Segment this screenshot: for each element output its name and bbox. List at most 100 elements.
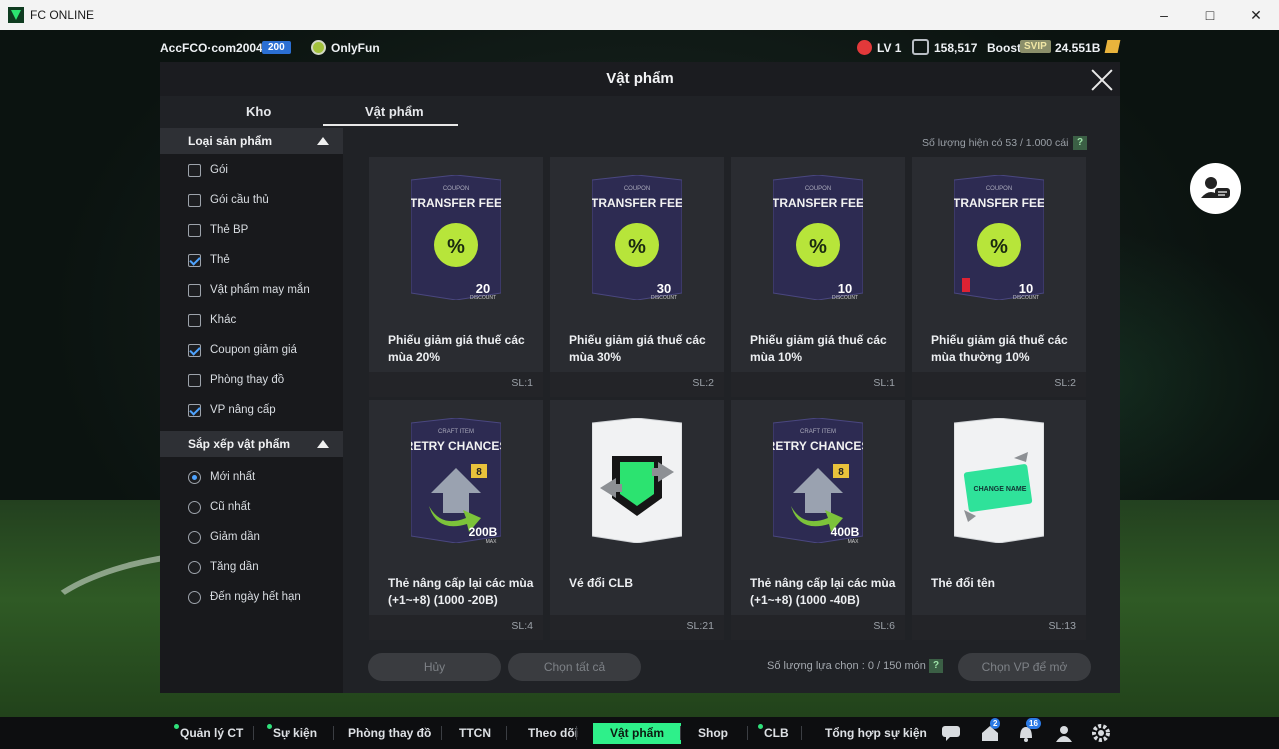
club-emblem-icon: [311, 40, 326, 55]
item-quantity-bar: SL:21: [550, 615, 724, 640]
sort-option[interactable]: Mới nhất: [188, 469, 255, 485]
nav-6[interactable]: Shop: [698, 723, 728, 744]
retry-heading: RETRY CHANCES: [411, 439, 501, 453]
settings-icon[interactable]: [1091, 724, 1111, 742]
product-type-option[interactable]: VP nâng cấp: [188, 402, 276, 418]
nav-separator: [680, 726, 681, 740]
item-card[interactable]: COUPON TRANSFER FEE% 10 DISCOUNT Phiếu giảm …: [731, 157, 905, 397]
rank-level: LV 1: [877, 41, 902, 55]
close-icon[interactable]: [1091, 69, 1113, 91]
sort-option[interactable]: Cũ nhất: [188, 499, 250, 515]
coupon-heading: TRANSFER FEE: [411, 196, 501, 210]
checkbox[interactable]: [188, 223, 201, 237]
home-icon[interactable]: 2: [980, 718, 1001, 742]
radio-button[interactable]: [188, 590, 201, 604]
product-type-header[interactable]: Loại sản phẩm: [160, 128, 343, 154]
nav-3[interactable]: TTCN: [459, 723, 491, 744]
boost-label[interactable]: Boost: [987, 41, 1021, 55]
item-artwork: CHANGE NAME: [954, 418, 1044, 543]
sort-option[interactable]: Tăng dần: [188, 559, 259, 575]
nav-4[interactable]: Theo dõi: [528, 723, 578, 744]
product-type-option[interactable]: Coupon giảm giá: [188, 342, 297, 358]
radio-button[interactable]: [188, 560, 201, 574]
collapse-up-icon[interactable]: [317, 137, 329, 145]
product-type-option[interactable]: Thẻ BP: [188, 222, 248, 238]
item-quantity-bar: SL:2: [550, 372, 724, 397]
item-quantity-bar: SL:13: [912, 615, 1086, 640]
account-name[interactable]: AccFCO·com2004k: [160, 41, 269, 55]
tab-kho[interactable]: Kho: [246, 104, 271, 119]
collapse-up-icon[interactable]: [317, 440, 329, 448]
item-card[interactable]: COUPON TRANSFER FEE% 20 DISCOUNT Phiếu giảm …: [369, 157, 543, 397]
maximize-icon[interactable]: □: [1187, 0, 1233, 30]
item-card[interactable]: CHANGE NAME Thẻ đổi tên SL:13: [912, 400, 1086, 640]
bell-icon[interactable]: 16: [1016, 718, 1041, 742]
radio-button[interactable]: [188, 530, 201, 544]
discount-value: 30: [657, 281, 671, 296]
sort-header[interactable]: Sắp xếp vật phẩm: [160, 431, 343, 457]
discount-label: DISCOUNT: [651, 295, 677, 300]
item-card[interactable]: Vé đổi CLB SL:21: [550, 400, 724, 640]
checkbox[interactable]: [188, 373, 201, 387]
nav-1[interactable]: Sự kiện: [267, 723, 317, 744]
checkbox[interactable]: [188, 283, 201, 297]
product-type-option[interactable]: Gói: [188, 162, 228, 178]
percent-symbol: %: [990, 236, 1008, 258]
tab-vat-pham[interactable]: Vật phẩm: [365, 104, 424, 119]
checkbox[interactable]: [188, 313, 201, 327]
checkbox[interactable]: [188, 253, 201, 267]
percent-symbol: %: [447, 236, 465, 258]
radio-button[interactable]: [188, 500, 201, 514]
choose-items-button[interactable]: Chọn VP để mở: [958, 653, 1091, 681]
product-type-option[interactable]: Phòng thay đồ: [188, 372, 284, 388]
select-all-button[interactable]: Chọn tất cả: [508, 653, 641, 681]
checkbox[interactable]: [188, 343, 201, 357]
checkbox[interactable]: [188, 403, 201, 417]
sort-option[interactable]: Giảm dần: [188, 529, 260, 545]
item-card[interactable]: COUPON TRANSFER FEE% 30 DISCOUNT Phiếu giảm …: [550, 157, 724, 397]
help-icon[interactable]: ?: [929, 659, 943, 673]
close-window-icon[interactable]: ✕: [1233, 0, 1279, 30]
chat-icon[interactable]: [941, 724, 961, 742]
fc-coin-icon: [912, 39, 929, 55]
bp-balance: 24.551B: [1055, 41, 1101, 55]
product-type-title: Loại sản phẩm: [188, 134, 273, 148]
help-icon[interactable]: ?: [1073, 136, 1087, 150]
nav-5[interactable]: Vật phẩm: [593, 723, 682, 744]
item-name: Phiếu giảm giá thuế các mùa 30%: [569, 333, 706, 364]
nav-0[interactable]: Quản lý CT: [174, 723, 243, 744]
profile-icon[interactable]: [1054, 724, 1074, 742]
option-label: Mới nhất: [210, 471, 256, 483]
rename-label: CHANGE NAME: [974, 486, 1027, 493]
item-artwork: COUPON TRANSFER FEE% 20DISCOUNT: [411, 175, 501, 300]
radio-button[interactable]: [188, 470, 201, 484]
checkbox[interactable]: [188, 193, 201, 207]
item-card[interactable]: CRAFT ITEM RETRY CHANCES 8 200BMAX Thẻ nâng …: [369, 400, 543, 640]
product-type-option[interactable]: Vật phẩm may mắn: [188, 282, 310, 298]
notification-badge: 16: [1026, 718, 1041, 729]
app-logo-icon: [8, 7, 24, 23]
percent-symbol: %: [628, 236, 646, 258]
notification-dot: [174, 724, 179, 729]
item-card[interactable]: COUPON TRANSFER FEE% 10 DISCOUNT Phiếu giảm …: [912, 157, 1086, 397]
active-tab-indicator: [323, 124, 458, 126]
support-chat-button[interactable]: [1190, 163, 1241, 214]
checkbox[interactable]: [188, 163, 201, 177]
club-name[interactable]: OnlyFun: [331, 41, 380, 55]
window-title: FC ONLINE: [30, 8, 95, 22]
item-card[interactable]: CRAFT ITEM RETRY CHANCES 8 400BMAX Thẻ nâng …: [731, 400, 905, 640]
modal-tabs: Kho Vật phẩm: [160, 98, 460, 126]
product-type-option[interactable]: Thẻ: [188, 252, 230, 268]
product-type-option[interactable]: Khác: [188, 312, 236, 328]
product-type-option[interactable]: Gói cầu thủ: [188, 192, 269, 208]
nav-7[interactable]: CLB: [758, 723, 789, 744]
nav-separator: [801, 726, 802, 740]
sort-option[interactable]: Đến ngày hết hạn: [188, 589, 301, 605]
option-label: Khác: [210, 314, 237, 326]
item-name: Thẻ nâng cấp lại các mùa (+1~+8) (1000 -…: [750, 576, 896, 607]
minimize-icon[interactable]: –: [1141, 0, 1187, 30]
cancel-button[interactable]: Hủy: [368, 653, 501, 681]
nav-2[interactable]: Phòng thay đồ: [348, 723, 431, 744]
nav-8[interactable]: Tổng hợp sự kiện: [825, 723, 927, 744]
notification-dot: [758, 724, 763, 729]
